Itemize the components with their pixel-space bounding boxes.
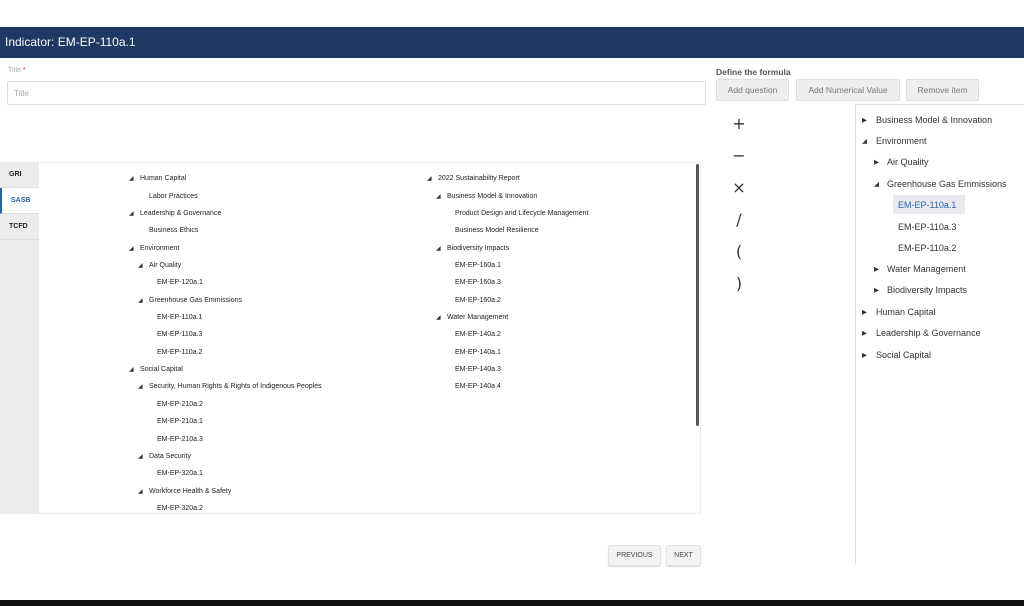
expand-icon[interactable]: ▶ [862,329,867,337]
tree-node[interactable]: Environment [140,245,179,252]
open-paren-operator[interactable]: ( [724,242,754,261]
formula-tree-node[interactable]: Biodiversity Impacts [887,285,967,295]
indicator-title: Indicator: EM-EP-110a.1 [5,35,136,49]
tree-node[interactable]: Data Security [149,453,191,460]
tree-node[interactable]: Labor Practices [149,193,198,200]
tree-node[interactable]: Business Model Resilience [455,227,539,234]
tree-node[interactable]: EM-EP-140a.2 [455,331,501,338]
minus-operator[interactable]: − [724,146,754,165]
tree-node[interactable]: Business Model & Innovation [447,193,537,200]
tree-node[interactable]: Business Ethics [149,227,198,234]
indicator-tree-panel [39,162,701,514]
multiply-operator[interactable]: × [724,178,754,197]
title-field-label: Title * [8,67,26,74]
tree-node[interactable]: EM-EP-210a.1 [157,418,203,425]
collapse-icon[interactable]: ◢ [874,180,879,188]
add-question-button[interactable]: Add question [716,79,789,101]
tree-node[interactable]: Greenhouse Gas Emmissions [149,297,242,304]
expand-icon[interactable]: ▶ [862,116,867,124]
collapse-icon[interactable]: ◢ [138,488,143,495]
formula-tree-node[interactable]: Environment [876,136,927,146]
tree-node[interactable]: EM-EP-140a.4 [455,383,501,390]
tree-node[interactable]: Security, Human Rights & Rights of Indig… [149,383,322,390]
collapse-icon[interactable]: ◢ [129,245,134,252]
tree-node[interactable]: EM-EP-160a.3 [455,279,501,286]
collapse-icon[interactable]: ◢ [436,314,441,321]
collapse-icon[interactable]: ◢ [129,210,134,217]
formula-tree-node[interactable]: Human Capital [876,307,936,317]
tree-node[interactable]: EM-EP-320a.2 [157,505,203,512]
tree-node[interactable]: Air Quality [149,262,181,269]
collapse-icon[interactable]: ◢ [862,137,867,145]
formula-tree-node[interactable]: Greenhouse Gas Emmissions [887,179,1007,189]
formula-tree-node[interactable]: Water Management [887,264,966,274]
collapse-icon[interactable]: ◢ [138,297,143,304]
framework-tabs: GRI SASB TCFD [0,162,39,514]
formula-tree-node[interactable]: Business Model & Innovation [876,115,992,125]
tree-node[interactable]: EM-EP-160a.2 [455,297,501,304]
collapse-icon[interactable]: ◢ [138,383,143,390]
tree-node[interactable]: EM-EP-120a.1 [157,279,203,286]
title-input[interactable] [7,81,706,105]
tree-node[interactable]: EM-EP-110a.1 [157,314,202,321]
formula-tree-node[interactable]: EM-EP-110a.3 [898,222,956,232]
tree-node[interactable]: Biodiversity Impacts [447,245,509,252]
expand-icon[interactable]: ▶ [874,265,879,273]
expand-icon[interactable]: ▶ [862,308,867,316]
expand-icon[interactable]: ▶ [862,351,867,359]
divide-operator[interactable]: / [724,210,754,229]
formula-tree-node[interactable]: Leadership & Governance [876,328,981,338]
collapse-icon[interactable]: ◢ [129,175,134,182]
add-numerical-value-button[interactable]: Add Numerical Value [796,79,900,101]
next-button[interactable]: NEXT [666,545,701,566]
expand-icon[interactable]: ▶ [874,286,879,294]
collapse-icon[interactable]: ◢ [129,366,134,373]
tab-tcfd[interactable]: TCFD [0,214,39,240]
tree-node[interactable]: 2022 Sustainability Report [438,175,520,182]
tab-sasb[interactable]: SASB [0,188,39,214]
tree-node[interactable]: Leadership & Governance [140,210,221,217]
collapse-icon[interactable]: ◢ [436,245,441,252]
tree-node[interactable]: EM-EP-140a.3 [455,366,501,373]
tree-node[interactable]: EM-EP-110a.3 [157,331,202,338]
tree-node[interactable]: Social Capital [140,366,183,373]
formula-tree-node[interactable]: Social Capital [876,350,931,360]
tree-node[interactable]: EM-EP-160a.1 [455,262,501,269]
previous-button[interactable]: PREVIOUS [608,545,661,566]
required-mark: * [22,67,26,74]
plus-operator[interactable]: + [724,114,754,133]
collapse-icon[interactable]: ◢ [427,175,432,182]
bottom-edge [0,600,1024,606]
tree-node[interactable]: EM-EP-110a.2 [157,349,202,356]
collapse-icon[interactable]: ◢ [138,262,143,269]
tree-node[interactable]: Workforce Health & Safety [149,488,231,495]
formula-section-title: Define the formula [716,67,791,77]
close-paren-operator[interactable]: ) [724,274,754,293]
tree-node[interactable]: Product Design and Lifecycle Management [455,210,588,217]
tree-node[interactable]: EM-EP-140a.1 [455,349,501,356]
tree-node[interactable]: Human Capital [140,175,186,182]
indicator-header: Indicator: EM-EP-110a.1 [0,27,1024,58]
tree-node[interactable]: EM-EP-210a.2 [157,401,203,408]
formula-tree-node[interactable]: EM-EP-110a.2 [898,243,956,253]
tree-node[interactable]: EM-EP-320a.1 [157,470,203,477]
collapse-icon[interactable]: ◢ [436,193,441,200]
formula-tree-node-selected[interactable]: EM-EP-110a.1 [898,200,956,210]
expand-icon[interactable]: ▶ [874,158,879,166]
remove-item-button[interactable]: Remove item [906,79,979,101]
tree-node[interactable]: Water Management [447,314,508,321]
collapse-icon[interactable]: ◢ [138,453,143,460]
tree-scrollbar[interactable] [696,164,699,426]
formula-tree-node[interactable]: Air Quality [887,157,929,167]
tree-node[interactable]: EM-EP-210a.3 [157,436,203,443]
tab-gri[interactable]: GRI [0,162,39,188]
